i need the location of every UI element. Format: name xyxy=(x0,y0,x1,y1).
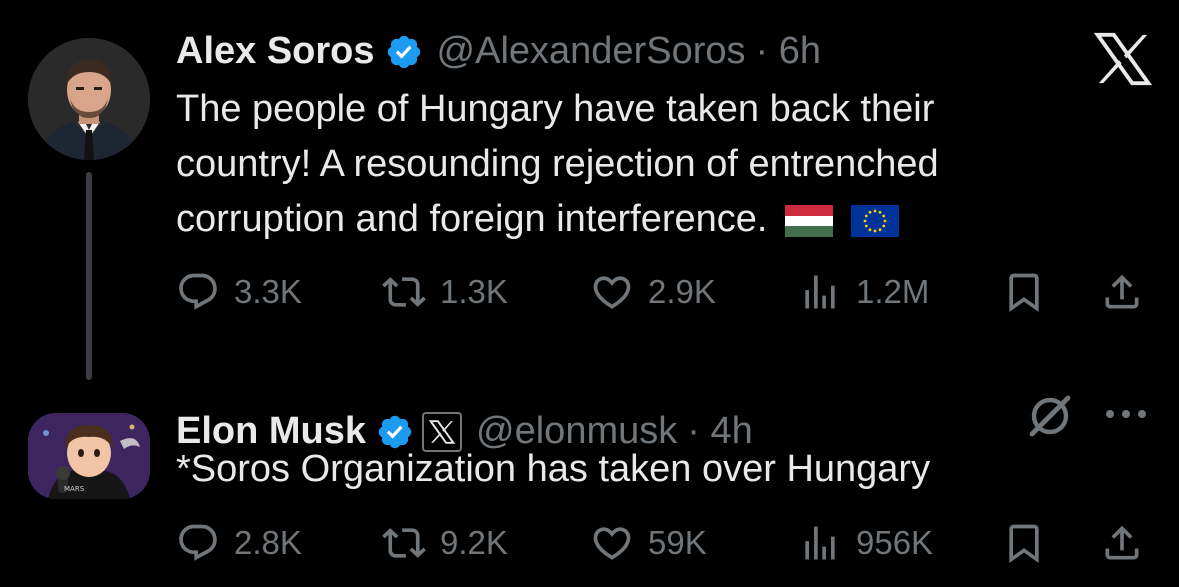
reply-button[interactable]: 2.8K xyxy=(176,513,302,573)
like-count: 59K xyxy=(648,524,707,561)
views-icon xyxy=(805,526,835,560)
views-count: 956K xyxy=(856,524,934,561)
views-icon xyxy=(805,275,835,309)
tweet-alex-soros[interactable]: Alex Soros @AlexanderSoros · 6h The peop… xyxy=(0,0,1179,380)
repost-button[interactable]: 1.3K xyxy=(382,262,508,322)
bookmark-icon xyxy=(1009,524,1039,564)
more-icon[interactable] xyxy=(1104,402,1148,426)
bookmark-button[interactable] xyxy=(1002,262,1046,322)
avatar[interactable]: MARS xyxy=(28,413,150,499)
like-icon xyxy=(593,527,631,560)
like-button[interactable]: 2.9K xyxy=(590,262,716,322)
reply-count: 2.8K xyxy=(234,524,302,561)
avatar[interactable] xyxy=(28,38,150,160)
svg-text:MARS: MARS xyxy=(64,485,85,493)
tweet-actions: 3.3K 1.3K 2.9K 1.2M xyxy=(176,262,1156,322)
user-handle[interactable]: @AlexanderSoros xyxy=(437,30,746,73)
bookmark-button[interactable] xyxy=(1002,513,1046,573)
share-icon xyxy=(1105,525,1139,560)
share-button[interactable] xyxy=(1100,262,1144,322)
grok-icon[interactable] xyxy=(1026,392,1074,440)
reply-icon xyxy=(179,273,217,310)
eu-flag-icon xyxy=(851,204,900,237)
repost-icon xyxy=(382,277,426,307)
x-affiliation-icon xyxy=(429,419,456,444)
bookmark-icon xyxy=(1009,273,1039,313)
share-button[interactable] xyxy=(1100,513,1144,573)
like-count: 2.9K xyxy=(648,273,716,310)
tweet-elon-musk[interactable]: MARS Elon Musk @elonmusk · 4h *Soros Org… xyxy=(0,380,1179,587)
views-button[interactable]: 956K xyxy=(798,513,933,573)
avatar-cartoon-image: MARS xyxy=(28,413,150,499)
repost-count: 9.2K xyxy=(440,524,508,561)
repost-button[interactable]: 9.2K xyxy=(382,513,508,573)
reply-button[interactable]: 3.3K xyxy=(176,262,302,322)
tweet-header: Alex Soros @AlexanderSoros · 6h xyxy=(176,30,821,73)
x-logo-icon xyxy=(1094,32,1152,86)
like-button[interactable]: 59K xyxy=(590,513,707,573)
share-icon xyxy=(1105,274,1139,309)
reply-count: 3.3K xyxy=(234,273,302,310)
tweet-actions: 2.8K 9.2K 59K 956K xyxy=(176,513,1156,573)
views-button[interactable]: 1.2M xyxy=(798,262,929,322)
like-icon xyxy=(593,276,631,309)
display-name[interactable]: Alex Soros xyxy=(176,30,375,73)
tweet-text: The people of Hungary have taken back th… xyxy=(176,82,1076,247)
avatar-portrait-image xyxy=(28,38,150,160)
thread-line xyxy=(86,172,92,380)
hungary-flag-icon xyxy=(785,204,834,237)
repost-icon xyxy=(382,528,426,558)
timestamp[interactable]: · 6h xyxy=(756,30,821,73)
reply-icon xyxy=(179,524,217,561)
repost-count: 1.3K xyxy=(440,273,508,310)
views-count: 1.2M xyxy=(856,273,930,310)
verified-badge-icon xyxy=(387,35,420,68)
tweet-text: *Soros Organization has taken over Hunga… xyxy=(176,448,931,490)
